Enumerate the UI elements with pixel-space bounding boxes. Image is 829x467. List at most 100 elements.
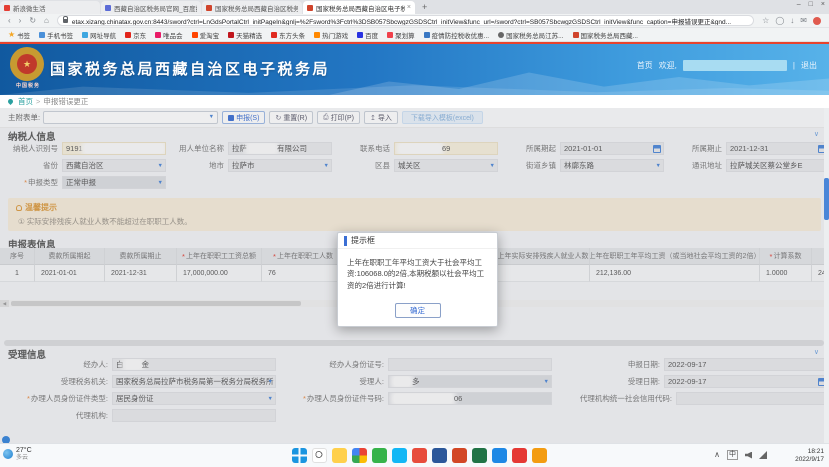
- forward-icon[interactable]: ›: [19, 16, 22, 25]
- input-language-indicator[interactable]: 中: [727, 450, 738, 460]
- window-close-icon[interactable]: ×: [821, 1, 825, 8]
- declare-date-value: 2022-09-17: [664, 358, 829, 371]
- tip-box: 温馨提示 ① 实际安排残疾人就业人数不能超过在职职工人数。: [8, 198, 821, 231]
- app-icon[interactable]: [412, 448, 427, 463]
- bookmark-item[interactable]: 国家税务总局江苏...: [498, 30, 563, 40]
- bookmark-item[interactable]: 百度: [357, 30, 378, 40]
- address-bar[interactable]: etax.xizang.chinatax.gov.cn:8443/sword?c…: [57, 15, 754, 26]
- bookmark-item[interactable]: 网址导航: [82, 30, 116, 40]
- start-button-icon[interactable]: [292, 448, 307, 463]
- qq-app-icon[interactable]: [392, 448, 407, 463]
- window-minimize-icon[interactable]: –: [797, 1, 801, 8]
- volume-icon[interactable]: [745, 452, 752, 459]
- tab-favicon: [307, 5, 313, 11]
- file-explorer-icon[interactable]: [332, 448, 347, 463]
- accept-date-value[interactable]: 2022-09-17: [664, 375, 829, 388]
- weather-temp: 27°C: [16, 447, 32, 455]
- id-type-select[interactable]: 居民身份证▼: [112, 392, 276, 405]
- confirm-button[interactable]: 确定: [395, 303, 441, 318]
- tab-label: 国家税务总局西藏自治区电子税务局: [316, 3, 405, 13]
- tab-close-icon[interactable]: ×: [407, 4, 411, 11]
- tray-expand-icon[interactable]: ∧: [714, 451, 720, 459]
- page-vertical-scrollbar[interactable]: [824, 108, 829, 443]
- bookmark-star-icon[interactable]: ☆: [762, 16, 769, 25]
- scroll-left-arrow-icon[interactable]: ◀: [0, 300, 9, 307]
- bookmark-item[interactable]: 聚划算: [387, 30, 415, 40]
- collapse-chevron-icon[interactable]: ∨: [814, 130, 819, 138]
- tax-authority-select[interactable]: 国家税务总局拉萨市税务局第一税务分局税务所▼: [112, 375, 276, 388]
- browser-tab[interactable]: 新浪微生活: [0, 1, 100, 14]
- lightbulb-icon: [16, 205, 22, 211]
- declare-type-select[interactable]: 正常申报▼: [62, 176, 166, 189]
- reset-button[interactable]: ↻重置(R): [269, 111, 313, 124]
- calendar-icon[interactable]: [653, 145, 661, 153]
- bookmark-item[interactable]: 京东: [125, 30, 146, 40]
- declare-button[interactable]: 申报(S): [222, 111, 265, 124]
- location-pin-icon: [7, 98, 14, 105]
- bookmark-favicon: [424, 32, 430, 38]
- window-maximize-icon[interactable]: □: [809, 1, 813, 8]
- home-icon[interactable]: ⌂: [44, 16, 49, 25]
- acceptor-select[interactable]: 多▼: [388, 375, 552, 388]
- import-button[interactable]: ↥导入: [364, 111, 398, 124]
- network-icon[interactable]: [759, 451, 767, 459]
- nav-home-link[interactable]: 首页: [637, 60, 653, 71]
- bookmark-item[interactable]: ★书签: [8, 30, 30, 40]
- breadcrumb-home[interactable]: 首页: [18, 96, 33, 107]
- app-icon[interactable]: [492, 448, 507, 463]
- logout-link[interactable]: 退出: [801, 60, 817, 71]
- browser-tab[interactable]: 国家税务总局西藏自治区税务局: [202, 1, 302, 14]
- bookmark-item[interactable]: 东方头条: [271, 30, 305, 40]
- new-tab-button[interactable]: +: [422, 1, 427, 14]
- wechat-app-icon[interactable]: [372, 448, 387, 463]
- bookmark-item[interactable]: 热门游戏: [314, 30, 348, 40]
- street-select[interactable]: 林廓东路▼: [560, 159, 664, 172]
- scrollbar-thumb[interactable]: [824, 178, 829, 220]
- bookmark-item[interactable]: 手机书签: [39, 30, 73, 40]
- period-start-value[interactable]: 2021-01-01: [560, 142, 664, 155]
- bookmark-item[interactable]: 国家税务总局西藏...: [573, 30, 638, 40]
- browser-tab[interactable]: 西藏自治区税务局官网_百度搜索: [101, 1, 201, 14]
- chevron-down-icon: ▼: [209, 115, 214, 121]
- clock-date: 2022/9/17: [795, 456, 824, 464]
- dialog-header[interactable]: 提示框: [338, 233, 497, 249]
- refresh-icon[interactable]: ↻: [29, 16, 36, 25]
- app-icon[interactable]: [512, 448, 527, 463]
- browser-app-icon[interactable]: [352, 448, 367, 463]
- taskbar-clock[interactable]: 18:21 2022/9/17: [795, 448, 824, 464]
- collapse-chevron-icon[interactable]: ∨: [814, 348, 819, 356]
- back-icon[interactable]: ‹: [8, 16, 11, 25]
- field-district: 区县 城关区▼: [332, 157, 498, 174]
- field-period-end: 所属期止 2021-12-31: [664, 140, 829, 157]
- word-app-icon[interactable]: [432, 448, 447, 463]
- field-phone: 联系电话 69: [332, 140, 498, 157]
- download-template-button[interactable]: 下载导入模板(excel): [402, 111, 483, 124]
- bookmark-item[interactable]: 疫情防控税收优惠...: [424, 30, 489, 40]
- city-select[interactable]: 拉萨市▼: [228, 159, 332, 172]
- bookmark-favicon: [155, 32, 161, 38]
- district-select[interactable]: 城关区▼: [394, 159, 498, 172]
- extension-circle-icon[interactable]: ◯: [775, 16, 784, 25]
- browser-tab-active[interactable]: 国家税务总局西藏自治区电子税务局 ×: [303, 1, 415, 14]
- bookmark-item[interactable]: 爱淘宝: [192, 30, 220, 40]
- bookmark-item[interactable]: 天猫精选: [228, 30, 262, 40]
- excel-app-icon[interactable]: [472, 448, 487, 463]
- star-icon: ★: [8, 30, 15, 39]
- search-icon[interactable]: [312, 448, 327, 463]
- weather-widget[interactable]: 27°C多云: [3, 447, 32, 461]
- print-button[interactable]: ⎙打印(P): [317, 111, 360, 124]
- download-icon[interactable]: ↓: [790, 16, 794, 25]
- scrollbar-thumb[interactable]: [11, 301, 301, 306]
- chevron-down-icon: ▼: [268, 380, 273, 386]
- province-select[interactable]: 西藏自治区▼: [62, 159, 166, 172]
- powerpoint-app-icon[interactable]: [452, 448, 467, 463]
- profile-icon[interactable]: [813, 17, 821, 25]
- period-end-value[interactable]: 2021-12-31: [726, 142, 829, 155]
- field-declare-type: *申报类型 正常申报▼: [0, 174, 166, 191]
- mail-icon[interactable]: ✉: [800, 16, 807, 25]
- form-select[interactable]: ▼: [43, 111, 218, 124]
- bookmark-item[interactable]: 唯品会: [155, 30, 183, 40]
- field-employer-name: 用人单位名称 拉萨有限公司: [166, 140, 332, 157]
- page-horizontal-scrollbar[interactable]: [4, 340, 824, 346]
- app-icon[interactable]: [532, 448, 547, 463]
